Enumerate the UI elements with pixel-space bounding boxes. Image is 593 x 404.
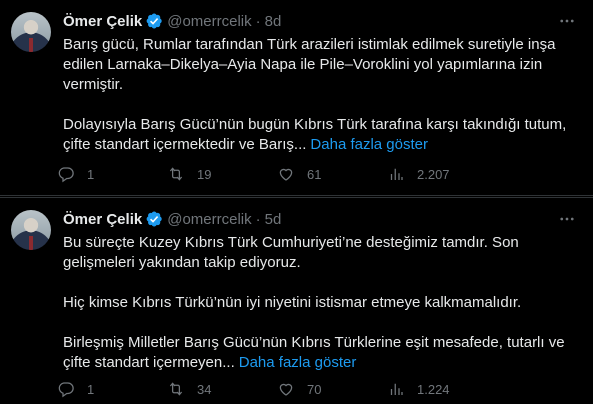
reply-button[interactable]: 1 (57, 164, 167, 184)
reply-icon (58, 382, 74, 398)
avatar[interactable] (11, 12, 51, 52)
show-more-link[interactable]: Daha fazla göster (239, 354, 357, 371)
tweet-paragraph: Barış gücü, Rumlar tarafından Türk arazi… (63, 36, 556, 93)
like-button[interactable]: 61 (277, 164, 387, 184)
like-icon (279, 383, 293, 396)
tweet[interactable]: Ömer Çelik @omerrcelik · 5d Bu süreçte K… (0, 197, 593, 404)
reply-count: 1 (87, 381, 95, 397)
tweet-actions: 1 34 70 1.224 (57, 379, 497, 399)
separator-dot: · (255, 12, 261, 30)
tweet-time[interactable]: 8d (265, 13, 282, 30)
tweet-paragraph: Dolayısıyla Barış Gücü’nün bugün Kıbrıs … (63, 115, 579, 155)
author-handle[interactable]: @omerrcelik (167, 13, 251, 30)
reply-count: 1 (87, 166, 95, 182)
tweet-time[interactable]: 5d (265, 211, 282, 228)
reply-button[interactable]: 1 (57, 379, 167, 399)
retweet-icon (169, 382, 183, 396)
like-button[interactable]: 70 (277, 379, 387, 399)
views-icon (390, 168, 403, 180)
show-more-link[interactable]: Daha fazla göster (310, 136, 428, 153)
author-name[interactable]: Ömer Çelik (63, 13, 142, 30)
verified-badge-icon (145, 210, 163, 228)
views-count: 2.207 (417, 166, 450, 182)
like-count: 70 (307, 381, 322, 397)
views-button[interactable]: 2.207 (387, 164, 497, 184)
views-count: 1.224 (417, 381, 450, 397)
avatar[interactable] (11, 210, 51, 250)
tweet[interactable]: Ömer Çelik @omerrcelik · 8d Barış gücü, … (0, 0, 593, 196)
retweet-button[interactable]: 19 (167, 164, 277, 184)
views-icon (390, 383, 403, 395)
tweet-actions: 1 19 61 2.207 (57, 164, 497, 184)
tweet-header: Ömer Çelik @omerrcelik · 5d (63, 209, 281, 229)
author-name[interactable]: Ömer Çelik (63, 211, 142, 228)
separator-dot: · (255, 210, 261, 228)
retweet-count: 34 (197, 381, 212, 397)
like-count: 61 (307, 166, 322, 182)
views-button[interactable]: 1.224 (387, 379, 497, 399)
tweet-paragraph: Birleşmiş Milletler Barış Gücü’nün Kıbrı… (63, 333, 579, 373)
tweet-paragraph: Bu süreçte Kuzey Kıbrıs Türk Cumhuriyeti… (63, 234, 519, 271)
more-icon[interactable] (556, 10, 578, 32)
retweet-icon (169, 167, 183, 181)
retweet-count: 19 (197, 166, 212, 182)
tweet-text: Barış gücü, Rumlar tarafından Türk arazi… (63, 35, 579, 155)
like-icon (279, 168, 293, 181)
verified-badge-icon (145, 12, 163, 30)
tweet-header: Ömer Çelik @omerrcelik · 8d (63, 11, 281, 31)
retweet-button[interactable]: 34 (167, 379, 277, 399)
author-handle[interactable]: @omerrcelik (167, 211, 251, 228)
tweet-paragraph: Hiç kimse Kıbrıs Türkü’nün iyi niyetini … (63, 294, 522, 311)
reply-icon (58, 167, 74, 183)
more-icon[interactable] (556, 208, 578, 230)
tweet-text: Bu süreçte Kuzey Kıbrıs Türk Cumhuriyeti… (63, 233, 579, 373)
